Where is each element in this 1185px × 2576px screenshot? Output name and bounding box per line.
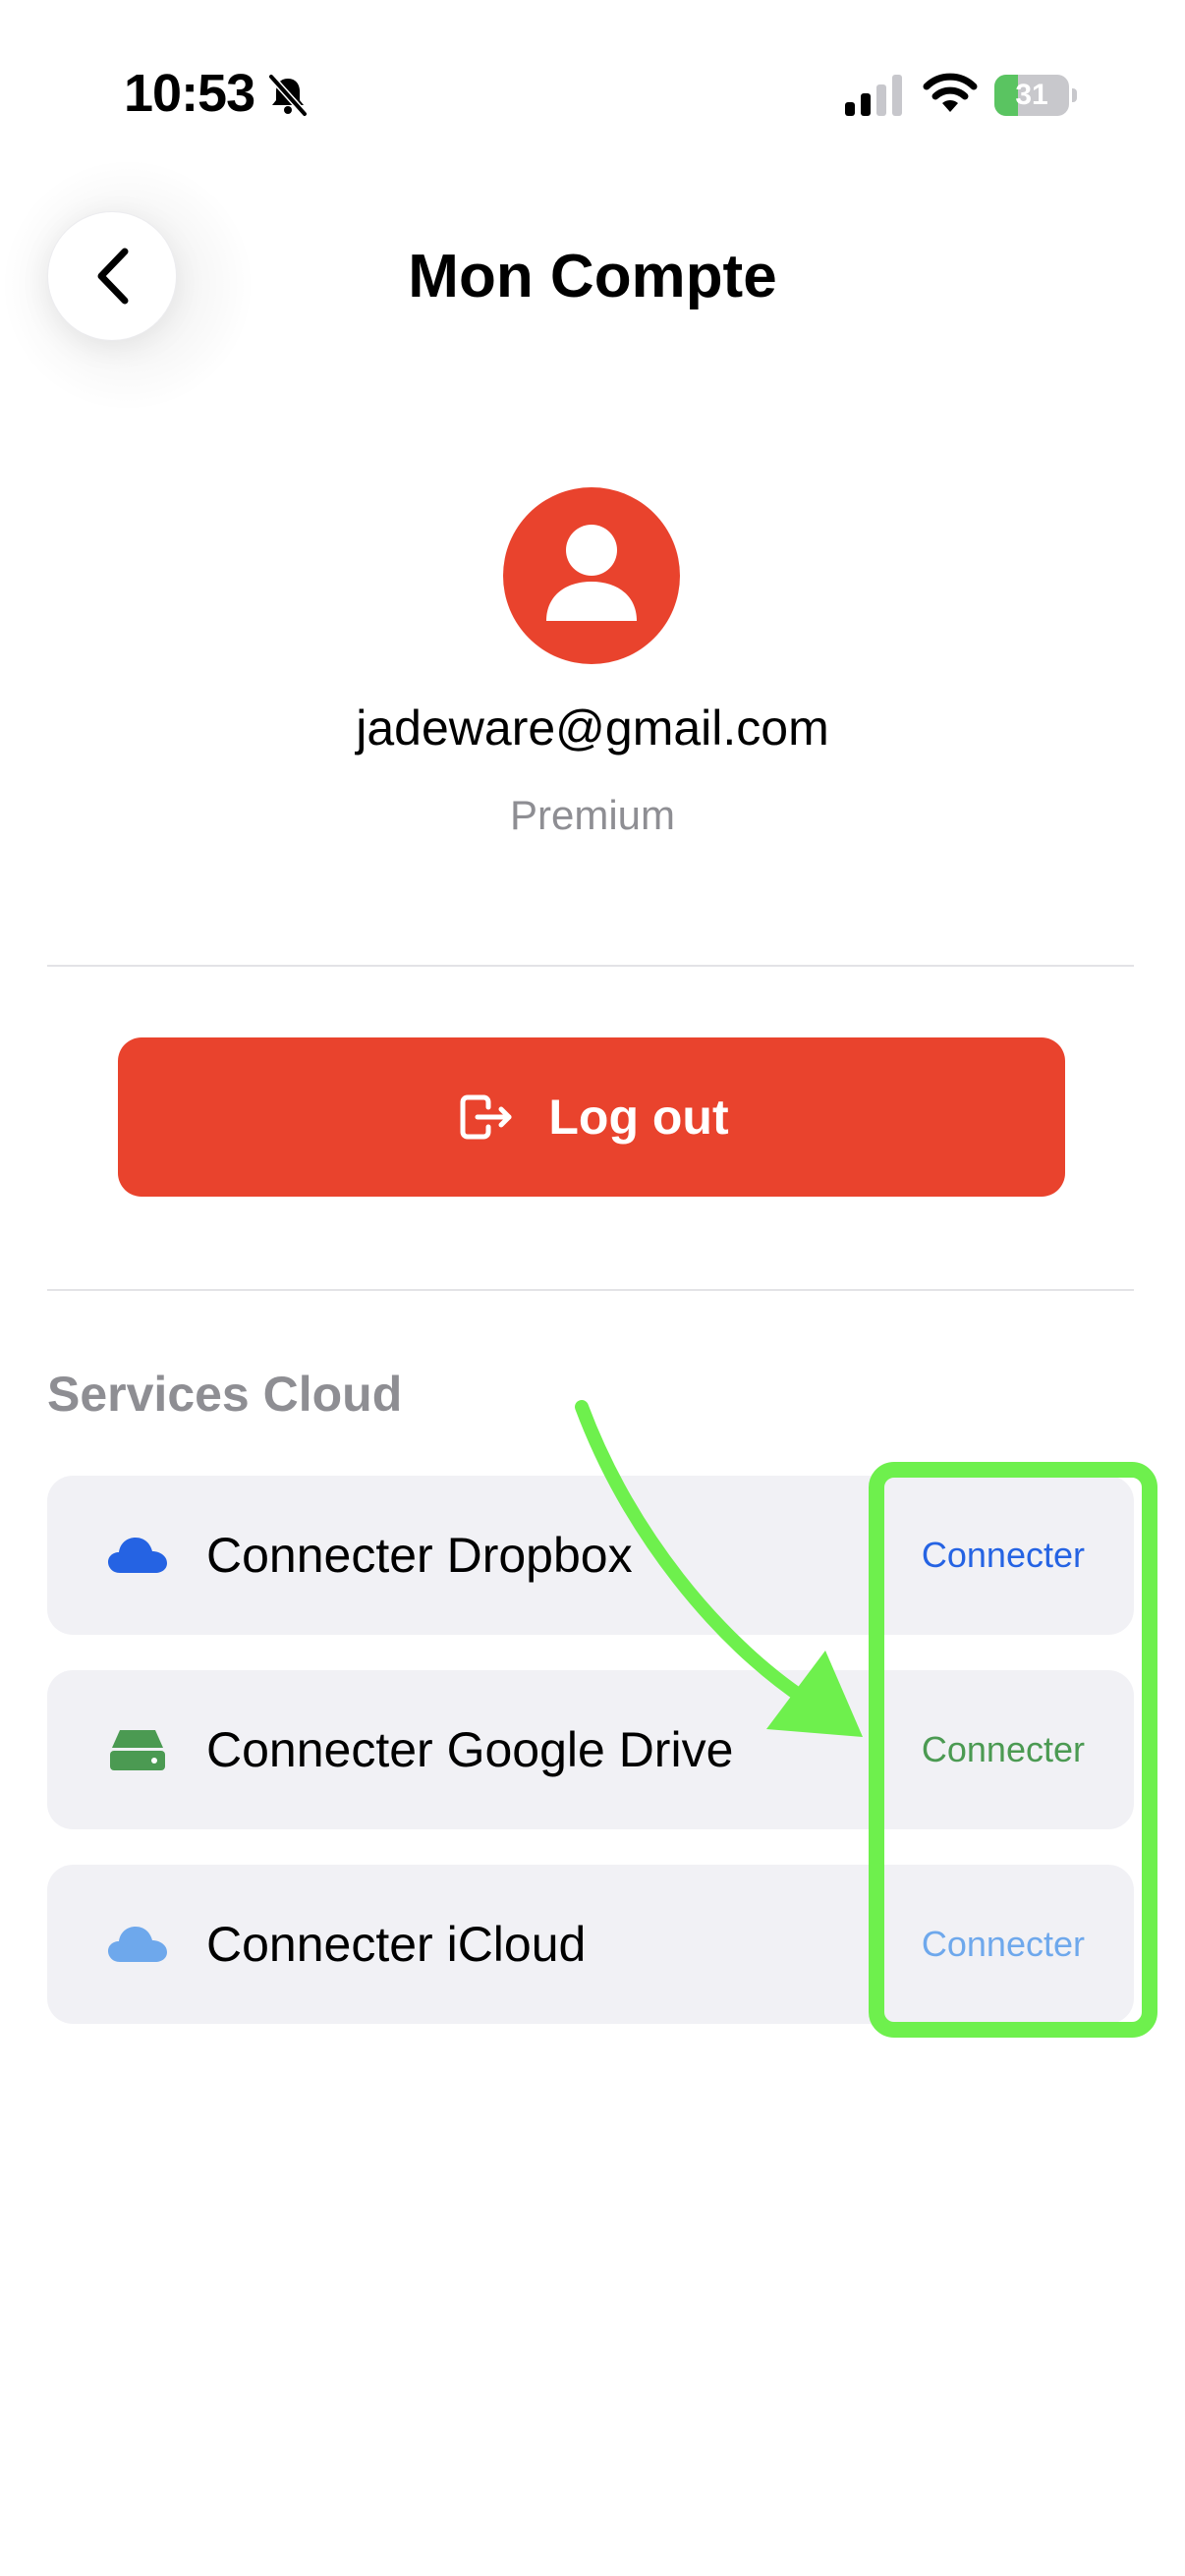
signal-icon bbox=[845, 75, 902, 116]
section-title: Services Cloud bbox=[47, 1367, 403, 1422]
divider bbox=[47, 1289, 1134, 1291]
subscription-plan: Premium bbox=[509, 792, 676, 838]
service-label: Connecter Google Drive bbox=[206, 1722, 734, 1777]
service-label: Connecter Dropbox bbox=[206, 1528, 633, 1583]
user-email: jadeware@gmail.com bbox=[356, 700, 829, 756]
wifi-icon bbox=[923, 73, 978, 112]
status-time: 10:53 bbox=[124, 64, 255, 123]
service-row-google-drive[interactable]: Connecter Google Drive Connecter bbox=[47, 1670, 1134, 1829]
service-row-dropbox[interactable]: Connecter Dropbox Connecter bbox=[47, 1476, 1134, 1635]
cloud-icon bbox=[108, 1538, 167, 1573]
connect-dropbox-button[interactable]: Connecter bbox=[922, 1476, 1085, 1635]
page-title: Mon Compte bbox=[408, 243, 777, 310]
connect-icloud-button[interactable]: Connecter bbox=[922, 1865, 1085, 2024]
person-icon bbox=[546, 525, 637, 621]
avatar bbox=[503, 487, 680, 664]
connect-google-drive-button[interactable]: Connecter bbox=[922, 1670, 1085, 1829]
drive-icon bbox=[110, 1730, 165, 1770]
logout-icon bbox=[460, 1094, 512, 1140]
service-row-icloud[interactable]: Connecter iCloud Connecter bbox=[47, 1865, 1134, 2024]
battery-indicator: 31 bbox=[994, 75, 1077, 116]
logout-button[interactable]: Log out bbox=[118, 1037, 1065, 1197]
logout-label: Log out bbox=[548, 1090, 729, 1145]
bell-slash-icon bbox=[268, 74, 308, 117]
battery-level: 31 bbox=[1015, 79, 1048, 111]
service-label: Connecter iCloud bbox=[206, 1917, 587, 1972]
divider bbox=[47, 965, 1134, 967]
cloud-icon bbox=[108, 1927, 167, 1962]
